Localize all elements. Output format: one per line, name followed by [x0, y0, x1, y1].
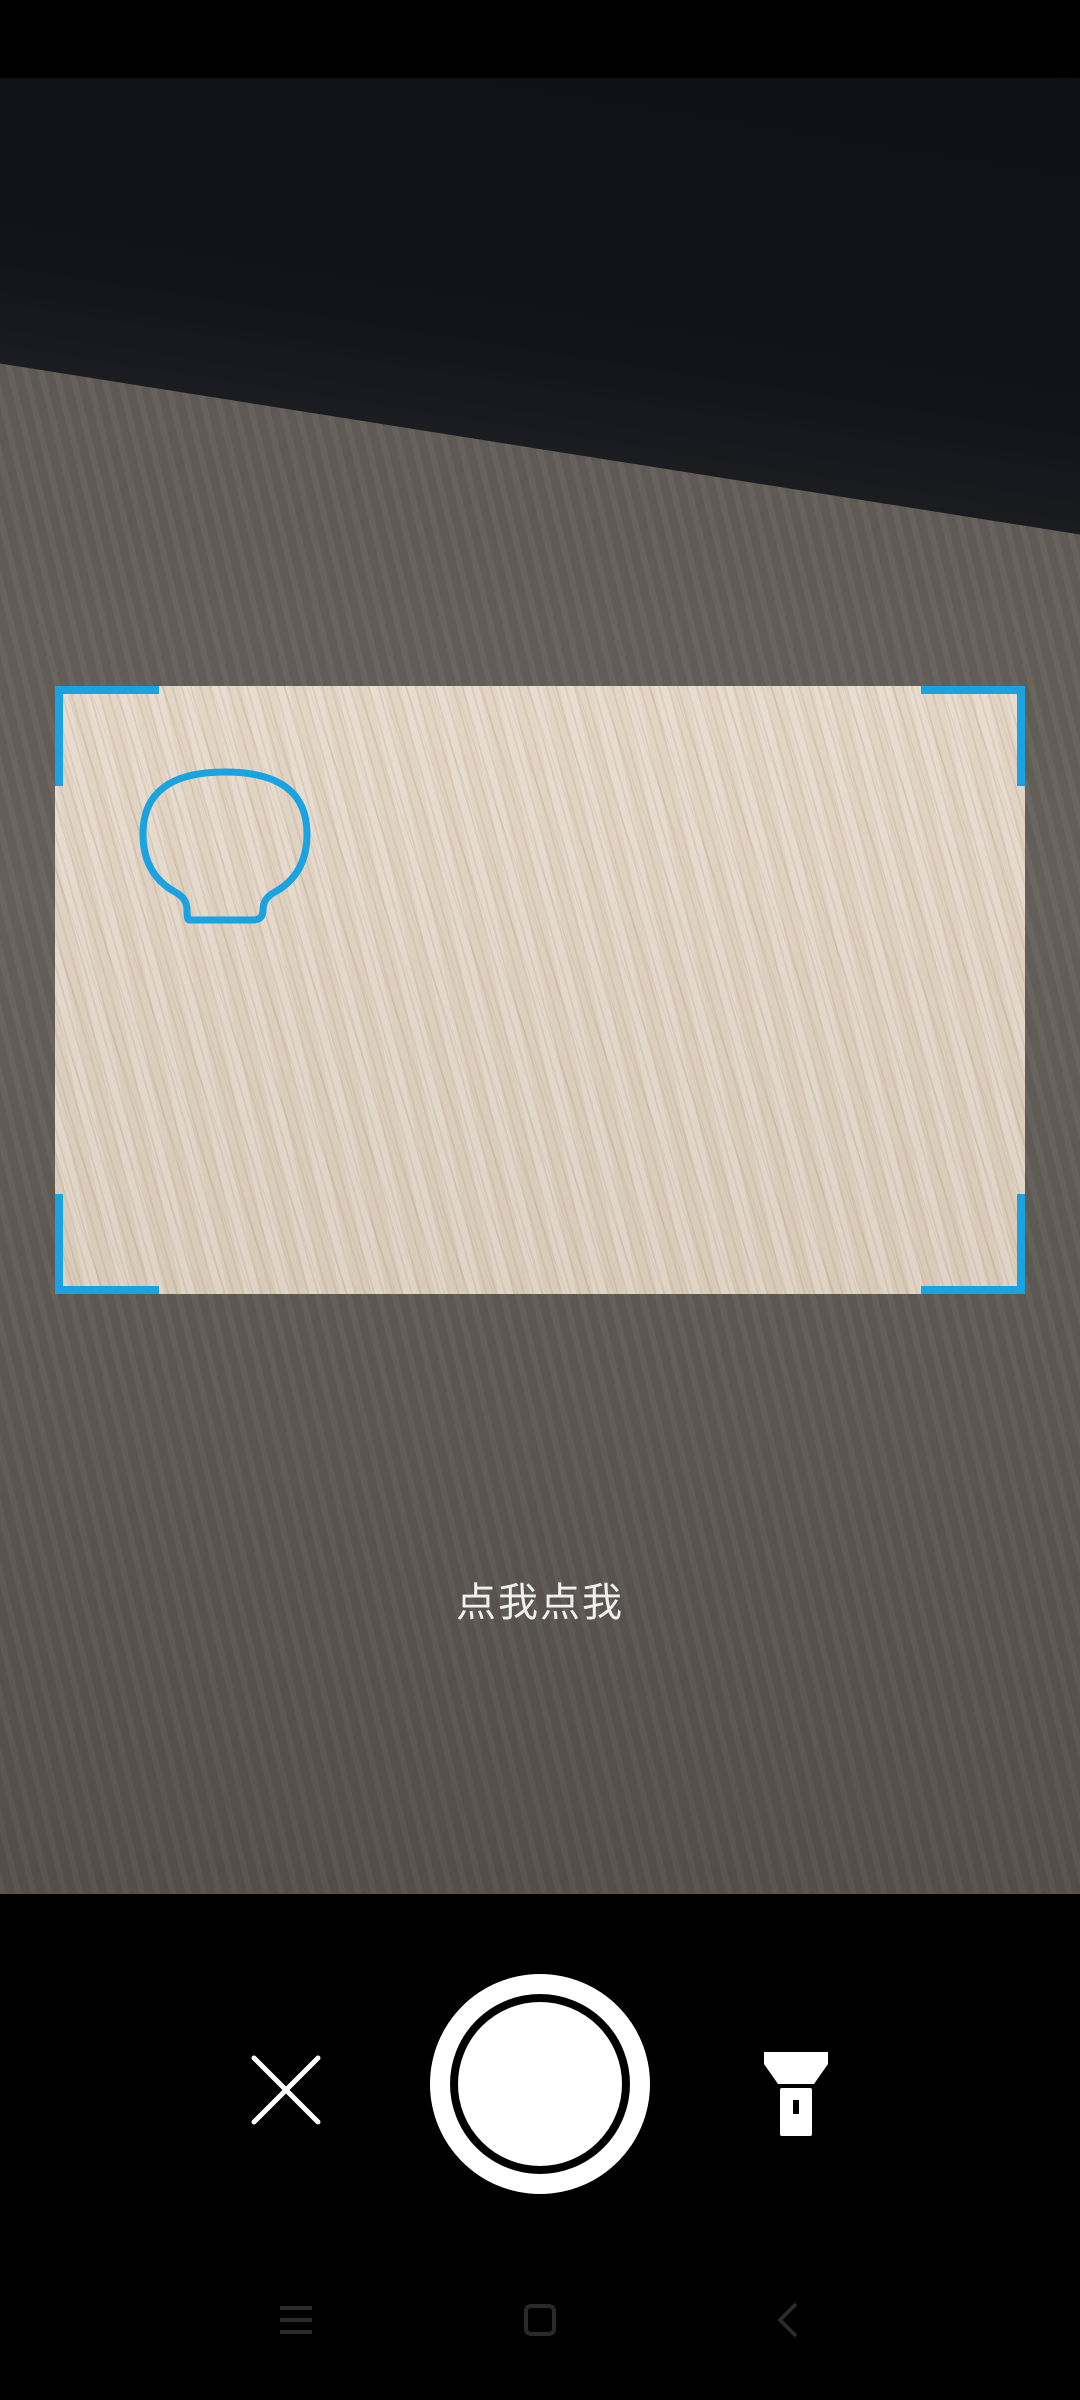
flashlight-icon	[764, 2052, 828, 2136]
scan-frame-corner-bottom-right	[921, 1194, 1025, 1294]
shutter-button[interactable]	[430, 1974, 650, 2194]
flashlight-button[interactable]	[756, 2044, 836, 2144]
menu-icon	[280, 2306, 312, 2334]
status-bar	[0, 0, 1080, 78]
scan-frame-corner-top-right	[921, 686, 1025, 786]
camera-control-bar	[0, 1894, 1080, 2240]
scan-hint-text[interactable]: 点我点我	[0, 1570, 1080, 1628]
close-button[interactable]	[236, 2040, 336, 2140]
camera-scan-screen: 点我点我	[0, 0, 1080, 2400]
nav-home-button[interactable]	[500, 2280, 580, 2360]
back-icon	[777, 2302, 798, 2338]
scan-frame	[55, 686, 1025, 1294]
home-icon	[524, 2304, 556, 2336]
close-icon	[251, 2055, 321, 2125]
portrait-outline-icon	[139, 768, 311, 924]
system-navigation-bar	[0, 2240, 1080, 2400]
nav-back-button[interactable]	[748, 2280, 828, 2360]
scan-frame-corner-bottom-left	[55, 1194, 159, 1294]
nav-menu-button[interactable]	[256, 2280, 336, 2360]
shutter-icon	[450, 1994, 630, 2174]
